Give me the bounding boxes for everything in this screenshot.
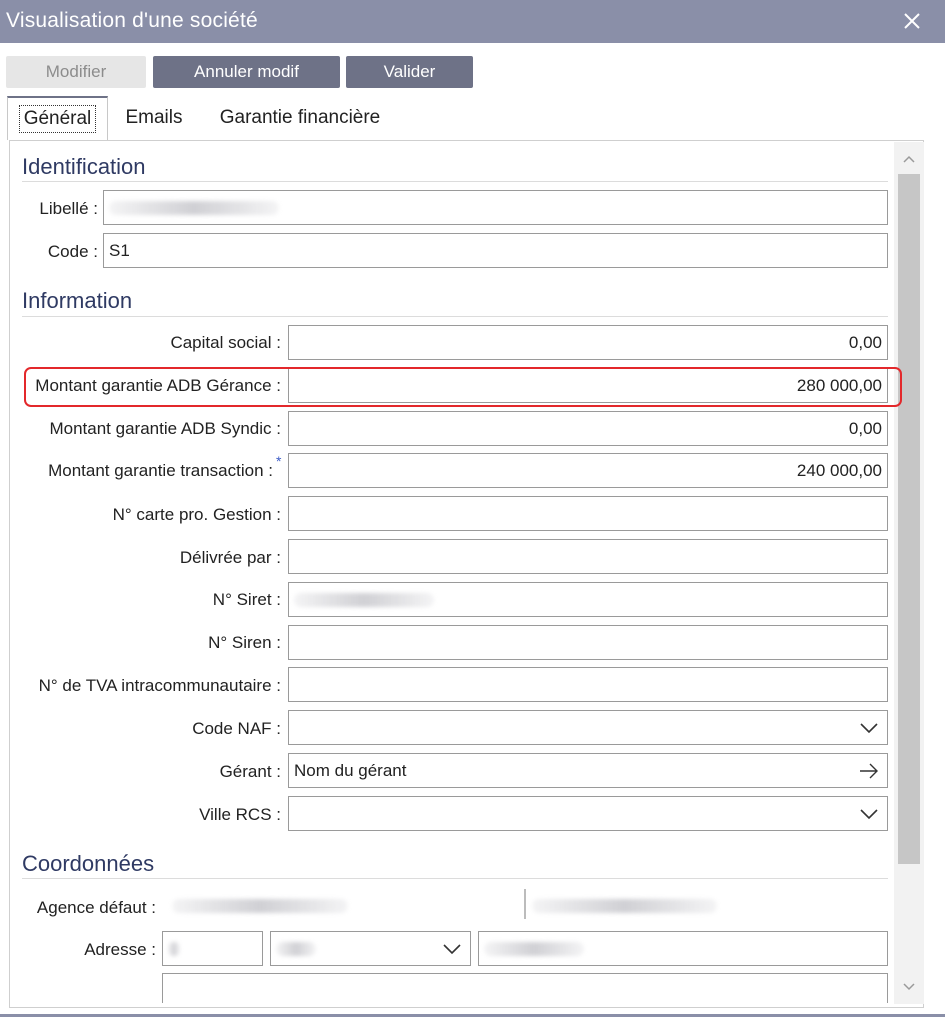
capital-social-label: Capital social : [170,333,281,352]
siren-label: N° Siren : [208,633,281,652]
code-input[interactable]: S1 [103,233,888,268]
section-identification-title: Identification [22,154,146,179]
tab-emails-label: Emails [125,107,183,128]
tab-bar: Général Emails Garantie financière [0,96,945,140]
scroll-up-icon[interactable] [902,152,916,166]
garantie-transaction-label: Montant garantie transaction : [48,461,273,480]
libelle-label: Libellé : [39,199,98,218]
section-coordonnees-title: Coordonnées [22,851,155,876]
chevron-down-icon [860,723,878,734]
close-icon[interactable] [897,6,927,36]
redacted-text [168,941,180,956]
adresse-label: Adresse : [84,940,156,959]
arrow-right-icon[interactable] [859,762,879,780]
garantie-syndic-input[interactable]: 0,00 [288,411,888,446]
capital-social-input[interactable]: 0,00 [288,325,888,360]
garantie-syndic-label: Montant garantie ADB Syndic : [49,419,281,438]
tab-emails[interactable]: Emails [114,96,194,140]
siret-input[interactable] [288,582,888,617]
redacted-text [294,592,434,607]
redacted-text [172,899,348,913]
garantie-gerance-input[interactable]: 280 000,00 [288,368,888,403]
tab-garantie-financiere[interactable]: Garantie financière [204,96,396,140]
siret-label: N° Siret : [212,590,281,609]
libelle-input[interactable] [103,190,888,225]
carte-pro-input[interactable] [288,496,888,531]
scroll-down-icon[interactable] [902,980,916,994]
separator [524,889,526,919]
gerant-input[interactable]: Nom du gérant [288,753,888,788]
section-divider [22,316,888,317]
agence-defaut-label: Agence défaut : [36,898,156,917]
chevron-down-icon [443,944,461,955]
scrollbar-thumb[interactable] [898,174,920,864]
tab-general[interactable]: Général [7,96,108,140]
code-label: Code : [47,242,98,261]
window-bottom-border [0,1014,945,1017]
section-divider [22,878,888,879]
valider-button[interactable]: Valider [346,56,473,88]
tab-garantie-label: Garantie financière [219,107,381,128]
annuler-modif-button[interactable]: Annuler modif [153,56,340,88]
vertical-scrollbar[interactable] [894,142,924,1004]
delivree-par-input[interactable] [288,539,888,574]
redacted-text [109,200,279,215]
gerant-label: Gérant : [219,762,281,781]
code-naf-select[interactable] [288,710,888,745]
redacted-text [276,941,316,956]
garantie-gerance-label: Montant garantie ADB Gérance : [35,376,281,395]
siren-input[interactable] [288,625,888,660]
redacted-text [484,941,584,956]
code-naf-label: Code NAF : [192,719,281,738]
adresse-voie-input[interactable] [478,931,888,966]
redacted-text [532,899,717,913]
section-information-title: Information [22,288,133,313]
tva-input[interactable] [288,667,888,702]
adresse-type-voie-select[interactable] [270,931,471,966]
tva-label: N° de TVA intracommunautaire : [38,676,281,695]
adresse-numero-input[interactable] [162,931,263,966]
window-titlebar: Visualisation d'une société [0,0,945,43]
carte-pro-label: N° carte pro. Gestion : [112,505,281,524]
tab-general-label: Général [18,105,97,133]
ville-rcs-select[interactable] [288,796,888,831]
garantie-transaction-input[interactable]: 240 000,00 [288,453,888,488]
modifier-button[interactable]: Modifier [6,56,146,88]
window-title: Visualisation d'une société [6,9,258,32]
required-marker: * [276,453,282,469]
adresse-complement-input[interactable] [162,973,888,1003]
gerant-value: Nom du gérant [294,760,407,780]
section-divider [22,181,888,182]
delivree-par-label: Délivrée par : [179,548,281,567]
chevron-down-icon [860,809,878,820]
ville-rcs-label: Ville RCS : [199,805,281,824]
